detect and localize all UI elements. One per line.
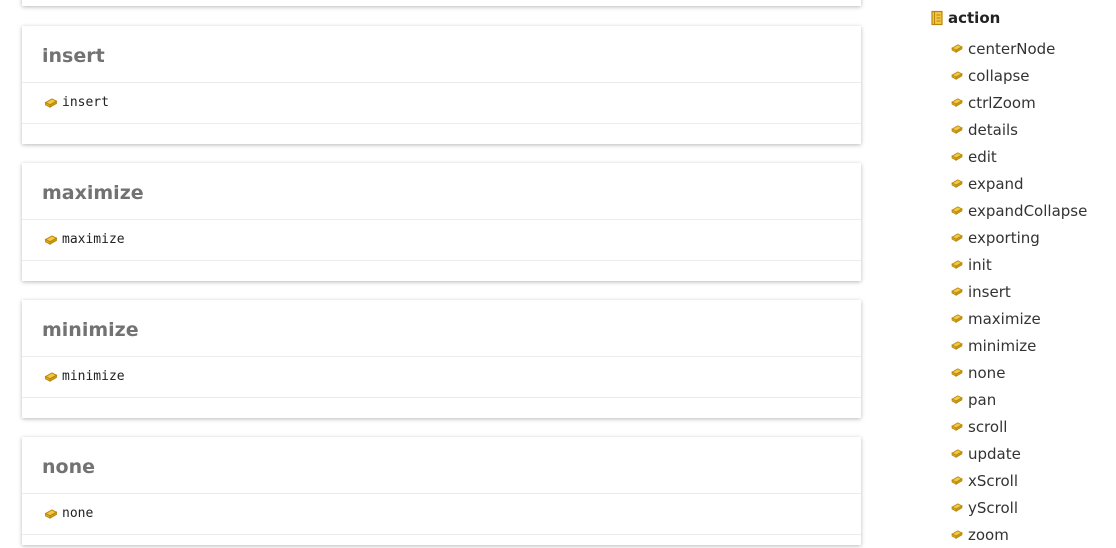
sidebar-item-insert[interactable]: insert: [951, 278, 1087, 305]
sidebar-item-maximize[interactable]: maximize: [951, 305, 1087, 332]
member-icon: [951, 314, 963, 323]
member-icon: [951, 422, 963, 431]
sidebar-item-label: init: [968, 255, 992, 274]
sidebar-item-expand[interactable]: expand: [951, 170, 1087, 197]
member-icon: [45, 97, 57, 108]
member-icon: [45, 508, 57, 519]
member-name: none: [62, 506, 94, 521]
member-icon: [951, 449, 963, 458]
sidebar-item-label: yScroll: [968, 498, 1018, 517]
card-title: insert: [42, 45, 105, 67]
member-icon: [951, 98, 963, 107]
member-link[interactable]: insert: [44, 95, 109, 110]
previous-card: [22, 0, 861, 6]
sidebar-item-label: insert: [968, 282, 1011, 301]
sidebar-item-label: centerNode: [968, 39, 1056, 58]
sidebar-item-zoom[interactable]: zoom: [951, 521, 1087, 548]
member-link[interactable]: maximize: [44, 232, 125, 247]
member-icon: [951, 44, 963, 53]
sidebar-item-label: edit: [968, 147, 997, 166]
sidebar-item-label: maximize: [968, 309, 1041, 328]
member-icon: [951, 233, 963, 242]
member-icon: [951, 179, 963, 188]
card-title: maximize: [42, 182, 144, 204]
member-icon: [951, 260, 963, 269]
sidebar-item-scroll[interactable]: scroll: [951, 413, 1087, 440]
member-icon: [951, 125, 963, 134]
sidebar-item-minimize[interactable]: minimize: [951, 332, 1087, 359]
sidebar-item-label: details: [968, 120, 1018, 139]
sidebar-item-label: zoom: [968, 525, 1009, 544]
sidebar-item-label: pan: [968, 390, 997, 409]
sidebar-item-collapse[interactable]: collapse: [951, 62, 1087, 89]
card-insert: insert insert: [22, 26, 861, 144]
sidebar-item-none[interactable]: none: [951, 359, 1087, 386]
card-minimize: minimize minimize: [22, 300, 861, 418]
sidebar-item-label: exporting: [968, 228, 1040, 247]
card-maximize: maximize maximize: [22, 163, 861, 281]
sidebar-item-xscroll[interactable]: xScroll: [951, 467, 1087, 494]
namespace-label: action: [948, 9, 1001, 27]
member-name: insert: [62, 95, 109, 110]
member-icon: [951, 206, 963, 215]
sidebar-item-init[interactable]: init: [951, 251, 1087, 278]
card-none: none none: [22, 437, 861, 545]
sidebar-item-label: scroll: [968, 417, 1008, 436]
member-icon: [45, 371, 57, 382]
member-name: minimize: [62, 369, 125, 384]
sidebar-item-centernode[interactable]: centerNode: [951, 35, 1087, 62]
member-link[interactable]: none: [44, 506, 93, 521]
sidebar-item-update[interactable]: update: [951, 440, 1087, 467]
member-icon: [45, 234, 57, 245]
member-name: maximize: [62, 232, 125, 247]
member-link[interactable]: minimize: [44, 369, 125, 384]
member-icon: [951, 368, 963, 377]
sidebar-item-label: xScroll: [968, 471, 1018, 490]
sidebar-item-label: ctrlZoom: [968, 93, 1036, 112]
member-icon: [951, 476, 963, 485]
member-icon: [951, 395, 963, 404]
sidebar-item-label: none: [968, 363, 1006, 382]
sidebar-item-yscroll[interactable]: yScroll: [951, 494, 1087, 521]
sidebar-item-expandcollapse[interactable]: expandCollapse: [951, 197, 1087, 224]
sidebar-item-label: expand: [968, 174, 1024, 193]
sidebar-item-ctrlzoom[interactable]: ctrlZoom: [951, 89, 1087, 116]
member-icon: [951, 341, 963, 350]
sidebar-item-label: minimize: [968, 336, 1037, 355]
member-icon: [951, 71, 963, 80]
sidebar-item-edit[interactable]: edit: [951, 143, 1087, 170]
sidebar-list: centerNode collapse ctrlZoom details edit exp…: [951, 35, 1087, 548]
sidebar-item-details[interactable]: details: [951, 116, 1087, 143]
sidebar-item-exporting[interactable]: exporting: [951, 224, 1087, 251]
card-title: none: [42, 456, 95, 478]
member-icon: [951, 287, 963, 296]
namespace-icon: [931, 10, 943, 26]
sidebar-item-label: collapse: [968, 66, 1030, 85]
card-title: minimize: [42, 319, 139, 341]
member-icon: [951, 152, 963, 161]
sidebar-item-pan[interactable]: pan: [951, 386, 1087, 413]
member-icon: [951, 503, 963, 512]
member-icon: [951, 530, 963, 539]
sidebar-item-label: update: [968, 444, 1021, 463]
sidebar-item-label: expandCollapse: [968, 201, 1088, 220]
sidebar-namespace[interactable]: action: [930, 9, 1000, 27]
